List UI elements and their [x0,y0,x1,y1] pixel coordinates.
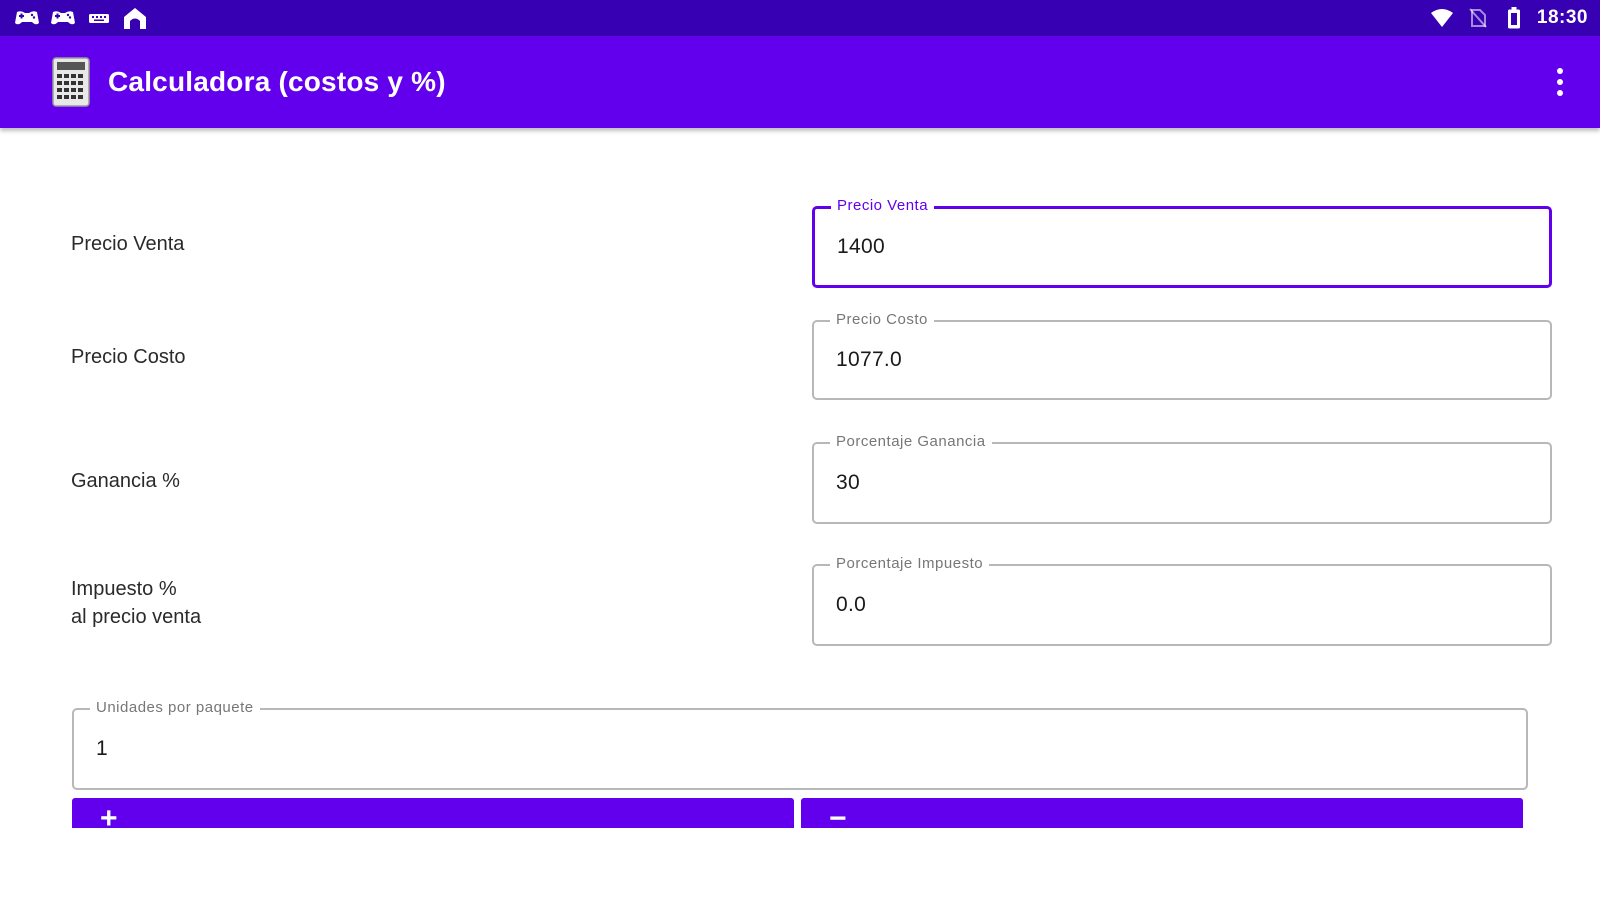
porcentaje-ganancia-input[interactable]: 30 [836,444,860,522]
decrement-button[interactable]: − [801,798,1523,828]
precio-costo-input[interactable]: 1077.0 [836,322,902,398]
status-bar: 18:30 [0,0,1600,36]
label-precio-costo: Precio Costo [71,346,186,368]
no-sim-icon [1465,8,1491,28]
app-title: Calculadora (costos y %) [108,66,446,97]
status-time: 18:30 [1536,7,1588,28]
increment-button[interactable]: + [72,798,794,828]
unidades-por-paquete-field-label: Unidades por paquete [90,699,260,717]
home-icon [122,8,148,29]
plus-label: + [100,802,118,829]
label-ganancia: Ganancia % [71,470,180,492]
minus-label: − [829,802,847,829]
label-impuesto-line2: al precio venta [71,606,202,628]
unidades-por-paquete-field[interactable]: Unidades por paquete 1 [72,699,1528,790]
porcentaje-ganancia-field[interactable]: Porcentaje Ganancia 30 [812,433,1552,524]
wifi-icon [1429,8,1455,28]
status-left-icons [14,8,148,29]
precio-costo-field[interactable]: Precio Costo 1077.0 [812,311,1552,400]
overflow-menu-icon[interactable] [1540,57,1580,107]
gamepad-icon [50,8,76,28]
porcentaje-impuesto-input[interactable]: 0.0 [836,566,866,644]
keyboard-icon [86,8,112,28]
unidades-por-paquete-input[interactable]: 1 [96,710,108,788]
gamepad-icon [14,8,40,28]
calculator-icon [52,57,90,107]
app-bar: Calculadora (costos y %) [0,36,1600,128]
precio-venta-input[interactable]: 1400 [837,209,885,285]
label-impuesto-line1: Impuesto % [71,578,177,600]
status-right-icons: 18:30 [1429,7,1588,29]
battery-icon [1501,7,1527,29]
label-precio-venta: Precio Venta [71,233,185,255]
porcentaje-impuesto-field[interactable]: Porcentaje Impuesto 0.0 [812,555,1552,646]
label-impuesto: Impuesto % al precio venta [71,575,201,631]
precio-venta-field[interactable]: Precio Venta 1400 [812,197,1552,288]
